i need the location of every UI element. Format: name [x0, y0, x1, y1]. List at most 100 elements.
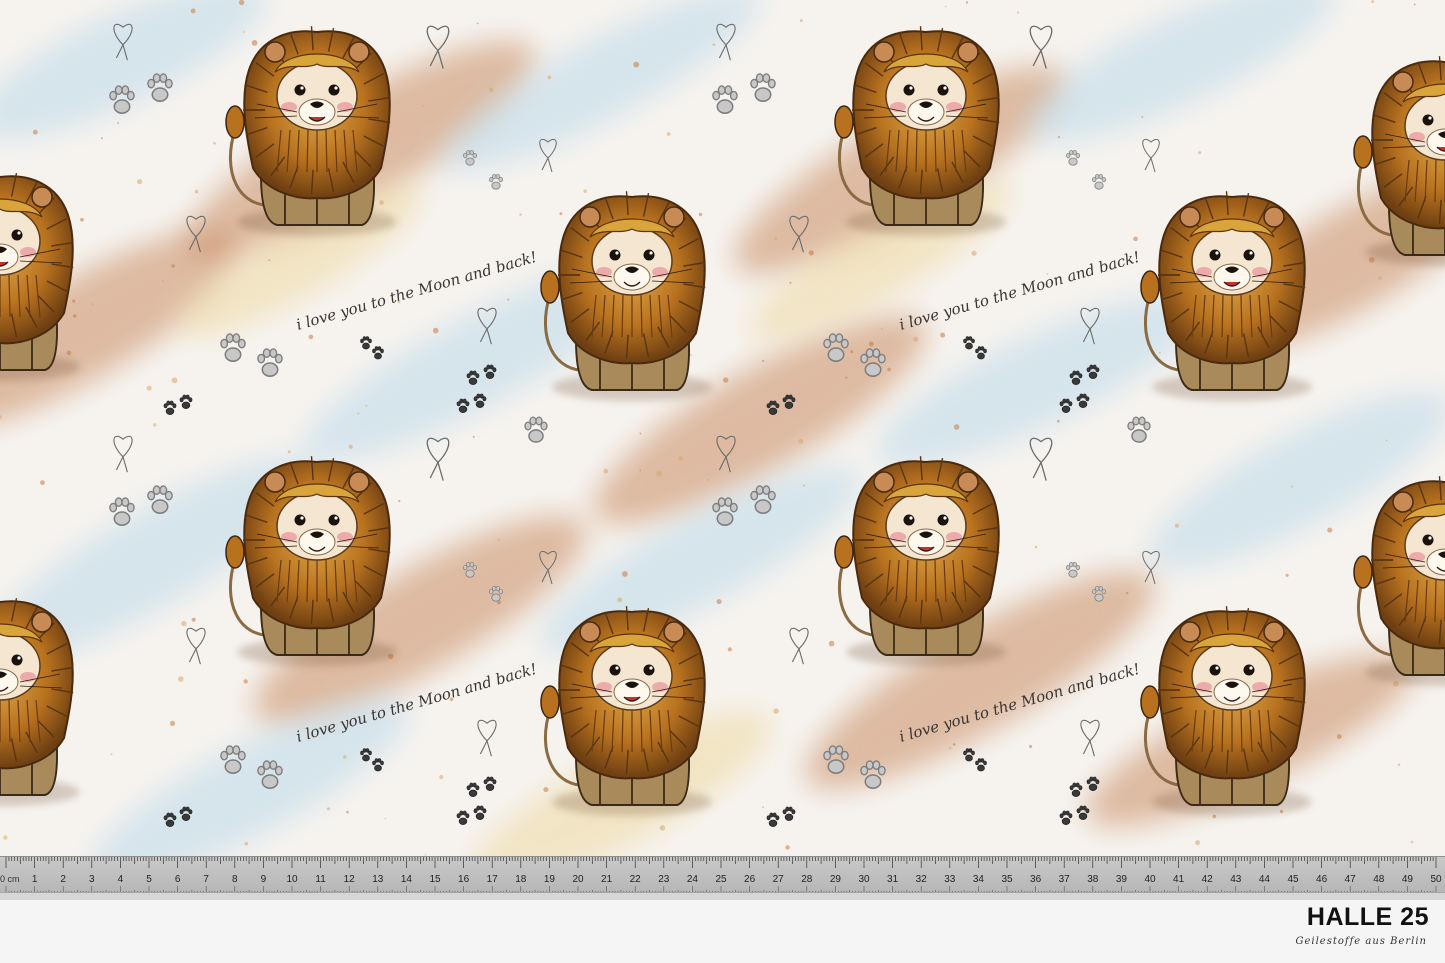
paint-speckle — [1378, 276, 1382, 280]
paint-speckle — [476, 22, 479, 25]
paint-speckle — [622, 571, 628, 577]
paint-speckle — [1034, 545, 1038, 549]
ruler-number: 34 — [973, 874, 985, 885]
paint-speckle — [326, 807, 331, 811]
heart-doodle-icon — [1080, 719, 1100, 757]
paint-speckle — [244, 841, 248, 846]
paw-print-icon — [782, 806, 796, 821]
paint-speckle — [268, 259, 271, 262]
paw-print-icon — [257, 348, 283, 377]
paint-speckle — [117, 122, 120, 125]
ruler-number: 9 — [261, 874, 267, 885]
ruler-number: 12 — [344, 874, 356, 885]
paint-speckle — [181, 620, 187, 627]
paint-speckle — [80, 217, 84, 222]
paint-speckle — [398, 500, 401, 503]
heart-doodle-icon — [1029, 25, 1053, 69]
lion-cub-illustration — [1353, 476, 1445, 686]
ruler-number: 36 — [1030, 874, 1042, 885]
paint-speckle — [912, 336, 919, 342]
paint-speckle — [868, 341, 874, 347]
paint-speckle — [308, 334, 314, 340]
paw-print-icon — [360, 336, 372, 350]
paint-speckle — [547, 75, 552, 80]
paint-speckle — [1291, 485, 1293, 488]
paint-speckle — [1336, 734, 1342, 739]
brand-logo-title: HALLE 25 — [1306, 903, 1429, 931]
paint-speckle — [948, 746, 952, 750]
ruler-number: 15 — [429, 874, 441, 885]
paint-speckle — [287, 450, 291, 454]
paint-speckle — [798, 438, 804, 444]
lion-cub-illustration — [834, 456, 1006, 666]
paint-speckle — [1285, 573, 1289, 577]
paint-speckle — [785, 845, 790, 850]
paint-speckle — [384, 817, 387, 820]
paint-speckle — [953, 424, 960, 430]
paint-speckle — [1126, 592, 1129, 595]
paint-speckle — [178, 676, 184, 682]
ruler-number: 44 — [1259, 874, 1271, 885]
paint-speckle — [940, 332, 946, 338]
paint-speckle — [497, 538, 500, 541]
paint-speckle — [774, 237, 778, 241]
paint-speckle — [971, 250, 977, 256]
ruler-number: 10 — [286, 874, 298, 885]
ruler-number: 38 — [1087, 874, 1099, 885]
paw-print-icon — [1066, 561, 1080, 578]
paw-print-icon — [466, 782, 480, 797]
paint-speckle — [1195, 840, 1200, 846]
ruler-number: 17 — [487, 874, 499, 885]
watercolor-splash-0 — [0, 0, 267, 139]
ruler-number: 24 — [687, 874, 699, 885]
ruler-number: 3 — [89, 874, 95, 885]
fabric-canvas: i love you to the Moon and back! i love y… — [0, 0, 1445, 856]
paint-speckle — [1413, 3, 1416, 6]
paint-speckle — [1371, 0, 1375, 4]
ruler-number: 48 — [1373, 874, 1385, 885]
paint-speckle — [850, 350, 854, 354]
paint-speckle — [543, 787, 549, 793]
paint-speckle — [238, 0, 245, 6]
paint-speckle — [32, 129, 38, 135]
paint-speckle — [171, 264, 175, 268]
paint-speckle — [808, 250, 814, 256]
ruler-number: 18 — [515, 874, 527, 885]
ruler-number: 28 — [801, 874, 813, 885]
ruler-number: 40 — [1144, 874, 1156, 885]
paint-speckle — [633, 61, 640, 68]
paint-speckle — [1158, 351, 1161, 354]
paint-speckle — [40, 480, 45, 485]
paint-speckle — [887, 367, 891, 372]
ruler-number: 16 — [458, 874, 470, 885]
ruler-number: 49 — [1402, 874, 1414, 885]
ruler-number: 19 — [544, 874, 556, 885]
paint-speckle — [73, 314, 77, 318]
ruler-number: 26 — [744, 874, 756, 885]
paint-speckle — [656, 470, 662, 477]
ruler-number: 25 — [715, 874, 727, 885]
paw-print-icon — [1066, 149, 1080, 166]
watercolor-splash-4 — [1024, 0, 1336, 143]
paint-speckle — [422, 104, 425, 107]
paint-speckle — [559, 212, 563, 216]
ruler-number: 32 — [916, 874, 928, 885]
paint-speckle — [799, 19, 803, 23]
paint-speckle — [242, 31, 245, 33]
paw-print-icon — [456, 810, 470, 825]
paint-speckle — [1057, 419, 1060, 423]
ruler-number: 33 — [944, 874, 956, 885]
ruler-number: 6 — [175, 874, 181, 885]
ruler-number: 29 — [830, 874, 842, 885]
ruler-scale: 0 cm 1 2 3 4 5 6 7 8 9 10 11 12 13 14 15 16 17 18 19 20 21 22… — [0, 857, 1442, 893]
paint-speckle — [828, 640, 835, 647]
paint-speckle — [100, 137, 103, 140]
ruler-number: 2 — [60, 874, 66, 885]
paint-speckle — [690, 354, 692, 356]
heart-doodle-icon — [113, 435, 133, 473]
paw-print-icon — [1127, 416, 1151, 443]
paint-speckle — [762, 806, 765, 809]
paint-speckle — [723, 377, 729, 383]
paint-speckle — [639, 469, 642, 472]
paint-speckle — [583, 189, 587, 193]
